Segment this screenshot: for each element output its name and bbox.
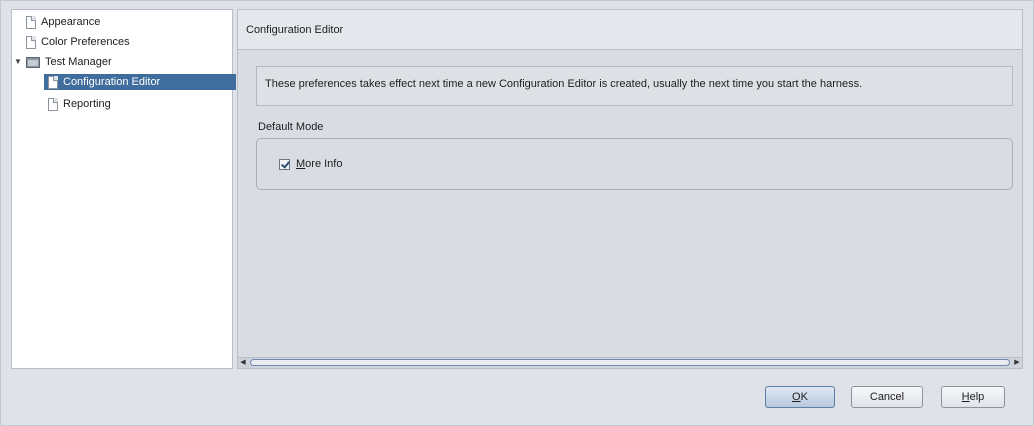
tree-item-label: Color Preferences [41, 36, 130, 48]
help-button[interactable]: Help [941, 386, 1005, 408]
expand-arrow-icon[interactable]: ▼ [14, 54, 24, 70]
tree-item-test-manager[interactable]: ▼ Test Manager [14, 54, 112, 70]
scroll-left-icon[interactable]: ◀ [238, 358, 248, 368]
scroll-right-icon[interactable]: ▶ [1012, 358, 1022, 368]
tree-item-label: Configuration Editor [63, 76, 161, 88]
tree-item-configuration-editor[interactable]: Configuration Editor [44, 74, 236, 90]
description-text: These preferences takes effect next time… [265, 78, 863, 90]
preferences-tree[interactable]: Appearance Color Preferences ▼ Test Mana… [11, 9, 236, 369]
tree-item-label: Appearance [41, 16, 101, 28]
page-icon [26, 35, 36, 49]
tree-item-color-preferences[interactable]: Color Preferences [26, 34, 130, 50]
folder-icon [26, 56, 40, 68]
tree-item-reporting[interactable]: Reporting [48, 96, 111, 112]
tree-item-label: Test Manager [45, 56, 112, 68]
page-icon [48, 75, 58, 89]
preferences-panel: Configuration Editor These preferences t… [237, 9, 1023, 369]
page-icon [48, 97, 58, 111]
preferences-dialog: Appearance Color Preferences ▼ Test Mana… [0, 0, 1034, 426]
description-box: These preferences takes effect next time… [256, 66, 1013, 106]
default-mode-label: Default Mode [258, 121, 324, 133]
ok-button[interactable]: OK [765, 386, 835, 408]
panel-body: These preferences takes effect next time… [256, 66, 1013, 356]
tree-item-appearance[interactable]: Appearance [26, 14, 100, 30]
cancel-button[interactable]: Cancel [851, 386, 923, 408]
default-mode-group: More Info [256, 138, 1013, 190]
scrollbar-thumb[interactable] [250, 359, 1010, 366]
more-info-label[interactable]: More Info [296, 158, 342, 170]
panel-title: Configuration Editor [246, 24, 344, 36]
page-icon [26, 15, 36, 29]
more-info-checkbox[interactable] [279, 158, 290, 170]
more-info-checkbox-row[interactable]: More Info [279, 158, 342, 170]
tree-item-label: Reporting [63, 98, 111, 110]
panel-header: Configuration Editor [238, 10, 1022, 50]
horizontal-scrollbar[interactable]: ◀ ▶ [238, 357, 1022, 368]
